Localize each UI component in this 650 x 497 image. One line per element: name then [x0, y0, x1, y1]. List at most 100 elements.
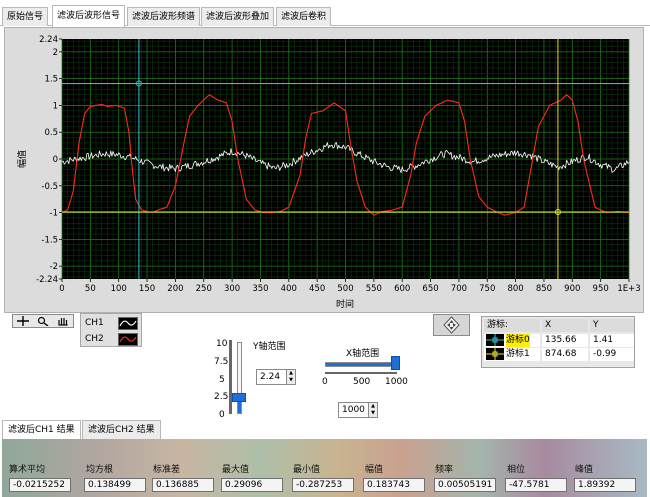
- x-tick-label: 850: [536, 284, 552, 294]
- x-tick-label: 700: [451, 284, 467, 294]
- y-range-tick: 5: [219, 375, 225, 385]
- waveform-graph-panel: 0 50 100 150 200 250 300 350 400 450 500 550 600 650 7…: [4, 27, 644, 313]
- x-tick-label: 50: [85, 284, 96, 294]
- tab-raw-signal[interactable]: 原始信号: [2, 7, 49, 26]
- x-range-slider-track[interactable]: [325, 362, 397, 367]
- result-value-frequency: 0.00505191: [434, 478, 496, 492]
- x-tick-label: 550: [366, 284, 382, 294]
- x-tick-label: 0: [59, 284, 64, 294]
- x-range-input[interactable]: 1000 ▲ ▼: [338, 402, 378, 418]
- result-label-frequency: 频率: [435, 465, 454, 475]
- x-tick-label: 350: [252, 284, 268, 294]
- cursor-1-x[interactable]: 874.68: [542, 348, 588, 361]
- waveform-graph[interactable]: 0 50 100 150 200 250 300 350 400 450 500 550 600 650 7…: [5, 28, 645, 314]
- x-range-tick: 1000: [385, 377, 408, 387]
- legend-label-ch2: CH2: [85, 334, 104, 344]
- graph-palette: [12, 314, 74, 328]
- y-tick-label: 0.5: [44, 128, 58, 138]
- result-value-mean: -0.0215252: [9, 478, 71, 492]
- result-value-max: 0.29096: [221, 478, 283, 492]
- cursor-table-col-x: X: [542, 319, 588, 332]
- y-tick-label: 1.5: [44, 75, 58, 85]
- cursor-0-x[interactable]: 135.66: [542, 334, 588, 347]
- legend-swatch-ch2: [117, 332, 138, 346]
- x-tick-label: 100: [111, 284, 127, 294]
- diamond-arrows-icon: [443, 316, 460, 334]
- y-tick-label: -2: [50, 262, 58, 272]
- y-range-scale-line: [229, 340, 232, 414]
- y-range-spinner[interactable]: ▲ ▼: [286, 370, 295, 384]
- cursor-table-title: 游标:: [484, 319, 540, 332]
- result-label-rms: 均方根: [86, 465, 114, 475]
- cursor-row-0[interactable]: 游标0: [484, 334, 540, 347]
- result-value-stddev: 0.136885: [152, 478, 214, 492]
- result-value-peak: 1.89392: [574, 478, 636, 492]
- zoom-icon[interactable]: [37, 316, 49, 326]
- top-tab-bar: 原始信号 滤波后波形信号 滤波后波形频谱 滤波后波形叠加 滤波后卷积: [0, 5, 650, 27]
- cursor-table-col-y: Y: [590, 319, 634, 332]
- y-range-tick: 7.5: [214, 357, 229, 367]
- plot-legend: CH1 CH2: [80, 313, 142, 347]
- y-range-tick: 2.5: [214, 392, 229, 402]
- cursor-0-name: 游标0: [506, 334, 530, 347]
- x-tick-label: 800: [507, 284, 523, 294]
- result-value-rms: 0.138499: [84, 478, 146, 492]
- y-tick-label: 0: [53, 155, 58, 165]
- y-range-tick: 0: [219, 410, 225, 420]
- y-range-slider-thumb[interactable]: [232, 392, 246, 402]
- result-label-max: 最大值: [222, 465, 250, 475]
- x-tick-label: 900: [564, 284, 580, 294]
- x-tick-label: 500: [337, 284, 353, 294]
- tab-filtered-convolution[interactable]: 滤波后卷积: [276, 7, 332, 26]
- x-tick-label: 150: [139, 284, 155, 294]
- legend-swatch-ch1: [117, 316, 138, 330]
- pan-hand-icon[interactable]: [57, 316, 69, 326]
- legend-item-ch1[interactable]: CH1: [85, 316, 138, 330]
- result-label-peak: 峰值: [575, 465, 594, 475]
- x-range-spinner[interactable]: ▲ ▼: [368, 403, 377, 417]
- cursor-0-marker-icon: [486, 334, 504, 346]
- y-range-label: Y轴范围: [253, 342, 286, 352]
- x-range-tick: 500: [353, 377, 371, 387]
- result-tab-bar: 滤波后CH1 结果 滤波后CH2 结果: [0, 420, 650, 440]
- result-label-stddev: 标准差: [153, 465, 181, 475]
- tab-filtered-overlay[interactable]: 滤波后波形叠加: [201, 7, 275, 26]
- x-axis-label: 时间: [336, 298, 354, 310]
- y-tick-label: -2.24: [36, 275, 58, 285]
- result-value-phase: -47.5781: [505, 478, 567, 492]
- y-axis-label: 幅值: [16, 150, 28, 168]
- cursor-1-marker-icon: [486, 348, 504, 360]
- x-tick-label: 1E+3: [617, 284, 640, 294]
- result-value-amplitude: 0.183743: [363, 478, 425, 492]
- x-tick-label: 950: [593, 284, 609, 294]
- tab-filtered-waveform[interactable]: 滤波后波形信号: [52, 5, 126, 27]
- tab-ch2-result[interactable]: 滤波后CH2 结果: [82, 420, 161, 439]
- x-range-slider-thumb[interactable]: [391, 356, 400, 370]
- results-panel: 算术平均 均方根 标准差 最大值 最小值 幅值 频率 相位 峰值 -0.0215…: [2, 439, 647, 497]
- cursor-table: 游标: X Y 游标0 135.66 1.41 游标1 874.68 -0.99: [481, 316, 635, 368]
- y-range-slider-track[interactable]: [237, 342, 242, 414]
- y-range-input[interactable]: 2.24 ▲ ▼: [256, 369, 296, 385]
- x-tick-label: 250: [196, 284, 212, 294]
- result-value-min: -0.287253: [292, 478, 354, 492]
- x-tick-label: 650: [422, 284, 438, 294]
- x-range-tick: 0: [322, 377, 328, 387]
- tab-ch1-result[interactable]: 滤波后CH1 结果: [2, 420, 81, 439]
- result-label-mean: 算术平均: [9, 465, 46, 475]
- x-tick-label: 450: [309, 284, 325, 294]
- cursor-move-button[interactable]: [433, 314, 470, 336]
- cursor-0-y[interactable]: 1.41: [590, 334, 634, 347]
- x-tick-label: 200: [167, 284, 183, 294]
- x-tick-label: 750: [479, 284, 495, 294]
- legend-item-ch2[interactable]: CH2: [85, 332, 138, 346]
- plot-grid: [61, 39, 630, 279]
- tab-filtered-spectrum[interactable]: 滤波后波形频谱: [127, 7, 201, 26]
- cursor-row-1[interactable]: 游标1: [484, 348, 540, 361]
- x-tick-label: 600: [394, 284, 410, 294]
- x-range-label: X轴范围: [346, 349, 380, 359]
- cursor-1-name: 游标1: [506, 349, 530, 359]
- y-tick-label: -1: [50, 209, 58, 219]
- y-tick-label: 1: [53, 101, 58, 111]
- crosshair-icon[interactable]: [17, 316, 29, 326]
- cursor-1-y[interactable]: -0.99: [590, 348, 634, 361]
